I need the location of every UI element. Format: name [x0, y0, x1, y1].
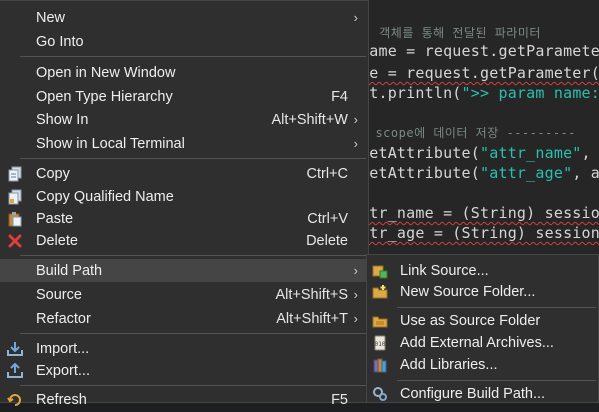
menu-item-label: Open Type Hierarchy — [36, 88, 173, 105]
code-line: ge = request.getParameter( — [360, 64, 599, 82]
menu-item-show-in-local-terminal[interactable]: Show in Local Terminal › — [0, 132, 368, 155]
code-comment-line: n scope에 데이터 저장 --------- — [360, 126, 577, 140]
menu-item-label: Refactor — [36, 310, 91, 327]
menu-item-source[interactable]: Source Alt+Shift+S › — [0, 283, 368, 306]
code-line: name = request.getParameter — [360, 42, 599, 60]
menu-item-label: Copy — [36, 165, 70, 182]
menu-item-label: Add Libraries... — [400, 356, 498, 373]
menu-item-label: Show in Local Terminal — [36, 135, 185, 152]
submenu-item-new-source-folder[interactable]: New Source Folder... — [367, 280, 598, 303]
code-line: ttr_name = (String) sessio — [360, 204, 599, 222]
submenu-arrow-icon: › — [353, 263, 358, 278]
code-line: ut.println(">> param name: — [360, 84, 599, 102]
menu-item-build-path[interactable]: Build Path › — [0, 259, 368, 282]
menu-item-label: Open in New Window — [36, 64, 176, 81]
submenu-arrow-icon: › — [353, 136, 358, 151]
menu-item-label: New — [36, 9, 66, 26]
menu-item-copy[interactable]: Copy Ctrl+C — [0, 162, 368, 185]
menu-item-open-in-new-window[interactable]: Open in New Window — [0, 61, 368, 84]
menu-item-refresh[interactable]: Refresh F5 — [0, 388, 368, 411]
submenu-arrow-icon: › — [353, 10, 358, 25]
menu-item-open-type-hierarchy[interactable]: Open Type Hierarchy F4 — [0, 85, 368, 108]
menu-item-shortcut: Delete — [306, 232, 348, 249]
paste-icon — [7, 211, 23, 227]
menu-item-label: Copy Qualified Name — [36, 188, 174, 205]
link-source-icon — [372, 263, 388, 279]
menu-item-label: Add External Archives... — [400, 334, 554, 351]
menu-item-shortcut: Ctrl+V — [307, 210, 348, 227]
configure-build-path-icon — [372, 386, 388, 402]
menu-item-refactor[interactable]: Refactor Alt+Shift+T › — [0, 307, 368, 330]
copy-qualified-name-icon — [7, 189, 23, 205]
menu-item-shortcut: Alt+Shift+S — [275, 286, 348, 303]
code-line: setAttribute("attr_name", — [360, 144, 591, 162]
menu-item-label: New Source Folder... — [400, 283, 536, 300]
menu-item-label: Paste — [36, 210, 74, 227]
menu-item-label: Link Source... — [400, 262, 489, 279]
submenu-arrow-icon: › — [353, 311, 358, 326]
add-external-archives-icon: 010 — [372, 335, 388, 351]
submenu-item-configure-build-path[interactable]: Configure Build Path... — [367, 382, 598, 405]
menu-item-label: Configure Build Path... — [400, 385, 546, 402]
svg-text:010: 010 — [375, 341, 386, 348]
submenu-item-use-as-source-folder[interactable]: Use as Source Folder — [367, 309, 598, 332]
delete-icon — [7, 233, 23, 249]
menu-item-new[interactable]: New › — [0, 6, 368, 29]
submenu-arrow-icon: › — [353, 287, 358, 302]
menu-separator — [397, 307, 596, 308]
submenu-item-link-source[interactable]: Link Source... — [367, 259, 598, 282]
menu-separator — [20, 255, 366, 256]
use-as-source-folder-icon — [372, 313, 388, 329]
refresh-icon — [7, 392, 23, 408]
add-libraries-icon — [372, 357, 388, 373]
menu-item-label: Go Into — [36, 33, 84, 50]
menu-separator — [20, 56, 366, 57]
import-icon — [7, 341, 23, 357]
menu-item-shortcut: Ctrl+C — [306, 165, 349, 182]
context-menu: New › Go Into Open in New Window Open Ty… — [0, 0, 369, 408]
menu-separator — [20, 333, 366, 334]
new-source-folder-icon — [372, 284, 388, 300]
code-comment-line: ㄷ 객체를 통해 전달된 파라미터 — [360, 26, 541, 40]
menu-item-paste[interactable]: Paste Ctrl+V — [0, 207, 368, 230]
code-line: setAttribute("attr_age", a — [360, 164, 599, 182]
menu-item-export[interactable]: Export... — [0, 359, 368, 382]
menu-item-delete[interactable]: Delete Delete — [0, 229, 368, 252]
menu-item-label: Delete — [36, 232, 78, 249]
submenu-item-add-external-archives[interactable]: 010 Add External Archives... — [367, 331, 598, 354]
menu-item-shortcut: Alt+Shift+W — [271, 111, 348, 128]
menu-item-label: Export... — [36, 362, 90, 379]
menu-item-label: Build Path — [36, 262, 103, 279]
menu-separator — [20, 385, 366, 386]
menu-item-go-into[interactable]: Go Into — [0, 30, 368, 53]
menu-item-label: Source — [36, 286, 82, 303]
copy-icon — [7, 166, 23, 182]
submenu-item-add-libraries[interactable]: Add Libraries... — [367, 353, 598, 376]
menu-item-copy-qualified-name[interactable]: Copy Qualified Name — [0, 185, 368, 208]
export-icon — [7, 362, 23, 379]
menu-item-import[interactable]: Import... — [0, 337, 368, 360]
menu-separator — [397, 380, 596, 381]
menu-item-label: Import... — [36, 340, 90, 357]
menu-item-shortcut: F5 — [331, 391, 348, 408]
menu-item-shortcut: Alt+Shift+T — [276, 310, 348, 327]
submenu-arrow-icon: › — [353, 112, 358, 127]
build-path-submenu: Link Source... New Source Folder... Use … — [366, 254, 599, 403]
menu-item-shortcut: F4 — [331, 88, 348, 105]
menu-item-label: Use as Source Folder — [400, 312, 541, 329]
menu-item-show-in[interactable]: Show In Alt+Shift+W › — [0, 108, 368, 131]
menu-separator — [20, 158, 366, 159]
code-line: ttr_age = (String) session — [360, 224, 599, 242]
menu-item-label: Refresh — [36, 391, 87, 408]
menu-item-label: Show In — [36, 111, 89, 128]
